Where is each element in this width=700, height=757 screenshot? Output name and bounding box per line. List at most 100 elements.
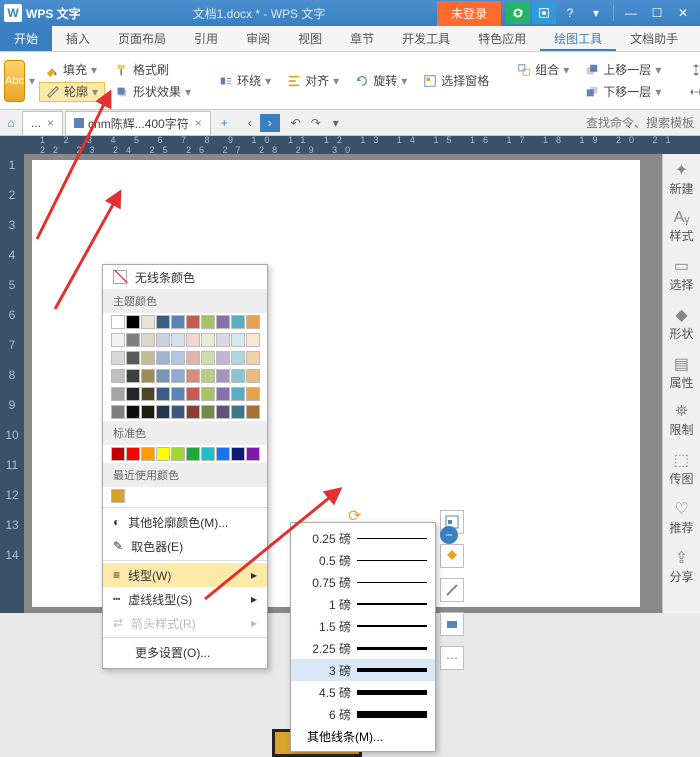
color-swatch[interactable] <box>126 447 140 461</box>
weight-1.5 磅[interactable]: 1.5 磅 <box>291 615 435 637</box>
color-swatch[interactable] <box>141 369 155 383</box>
send-backward-button[interactable]: 下移一层▾ <box>579 82 667 102</box>
color-swatch[interactable] <box>231 315 245 329</box>
fill-button[interactable]: 填充▾ <box>39 60 105 80</box>
color-swatch[interactable] <box>156 387 170 401</box>
color-swatch[interactable] <box>111 489 125 503</box>
sidebar-shape[interactable]: ◆形状 <box>669 305 693 342</box>
help-icon[interactable]: ? <box>558 2 582 24</box>
color-swatch[interactable] <box>171 351 185 365</box>
color-swatch[interactable] <box>111 387 125 401</box>
tab-4[interactable]: 审阅 <box>232 26 284 51</box>
shape-preset[interactable]: Abc <box>4 60 25 102</box>
color-swatch[interactable] <box>231 387 245 401</box>
color-swatch[interactable] <box>171 405 185 419</box>
tab-9[interactable]: 绘图工具 <box>540 26 616 51</box>
tab-5[interactable]: 视图 <box>284 26 336 51</box>
weight-4.5 磅[interactable]: 4.5 磅 <box>291 681 435 703</box>
more-settings-item[interactable]: 更多设置(O)... <box>103 640 267 664</box>
color-swatch[interactable] <box>216 369 230 383</box>
wrap-button[interactable]: 环绕▾ <box>213 71 277 91</box>
color-swatch[interactable] <box>246 405 260 419</box>
nav-next-icon[interactable]: › <box>260 114 280 132</box>
tab-1[interactable]: 插入 <box>52 26 104 51</box>
color-swatch[interactable] <box>186 387 200 401</box>
sidebar-limit[interactable]: ⛯限制 <box>669 403 693 438</box>
color-swatch[interactable] <box>171 387 185 401</box>
tab-10[interactable]: 文档助手 <box>616 26 692 51</box>
color-swatch[interactable] <box>171 369 185 383</box>
close-icon[interactable]: ✕ <box>671 2 695 24</box>
color-swatch[interactable] <box>216 315 230 329</box>
color-swatch[interactable] <box>201 387 215 401</box>
search-box[interactable]: 查找命令、搜索模板 <box>586 114 700 131</box>
color-swatch[interactable] <box>141 333 155 347</box>
color-swatch[interactable] <box>246 333 260 347</box>
nav-menu-icon[interactable]: ▾ <box>326 114 346 132</box>
weight-6 磅[interactable]: 6 磅 <box>291 703 435 725</box>
color-swatch[interactable] <box>201 369 215 383</box>
color-swatch[interactable] <box>216 387 230 401</box>
color-swatch[interactable] <box>141 351 155 365</box>
color-swatch[interactable] <box>186 369 200 383</box>
color-swatch[interactable] <box>126 351 140 365</box>
align-button[interactable]: 对齐▾ <box>281 71 345 91</box>
new-tab-button[interactable]: + <box>213 116 236 130</box>
color-swatch[interactable] <box>156 447 170 461</box>
color-swatch[interactable] <box>231 405 245 419</box>
color-swatch[interactable] <box>111 369 125 383</box>
color-swatch[interactable] <box>186 405 200 419</box>
tab-0[interactable]: 开始 <box>0 26 52 51</box>
color-swatch[interactable] <box>171 333 185 347</box>
color-swatch[interactable] <box>141 315 155 329</box>
color-swatch[interactable] <box>231 351 245 365</box>
color-swatch[interactable] <box>126 405 140 419</box>
shape-effect-button[interactable]: 形状效果▾ <box>109 82 197 102</box>
weight-2.25 磅[interactable]: 2.25 磅 <box>291 637 435 659</box>
color-swatch[interactable] <box>111 447 125 461</box>
delete-float-icon[interactable]: − <box>440 526 458 544</box>
color-swatch[interactable] <box>246 351 260 365</box>
sync-icon[interactable] <box>506 2 530 24</box>
color-swatch[interactable] <box>201 315 215 329</box>
home-tab-icon[interactable]: ⌂ <box>0 116 22 130</box>
rotate-button[interactable]: 旋转▾ <box>349 71 413 91</box>
color-swatch[interactable] <box>156 315 170 329</box>
color-swatch[interactable] <box>111 333 125 347</box>
color-swatch[interactable] <box>171 315 185 329</box>
weight-other[interactable]: 其他线条(M)... <box>291 725 435 747</box>
color-swatch[interactable] <box>216 405 230 419</box>
more-tool-icon[interactable]: ⋯ <box>440 646 464 670</box>
color-swatch[interactable] <box>216 333 230 347</box>
color-swatch[interactable] <box>186 447 200 461</box>
nav-redo-icon[interactable]: ↷ <box>306 114 326 132</box>
sidebar-share[interactable]: ⇪分享 <box>669 548 693 585</box>
color-swatch[interactable] <box>111 351 125 365</box>
theme-icon[interactable] <box>532 2 556 24</box>
group-button[interactable]: 组合▾ <box>511 60 575 80</box>
sidebar-prop[interactable]: ▤属性 <box>669 354 693 391</box>
color-swatch[interactable] <box>201 405 215 419</box>
color-swatch[interactable] <box>231 447 245 461</box>
format-painter-button[interactable]: 格式刷 <box>109 60 197 80</box>
color-swatch[interactable] <box>216 351 230 365</box>
color-swatch[interactable] <box>156 405 170 419</box>
sidebar-new[interactable]: ✦新建 <box>669 160 693 197</box>
color-swatch[interactable] <box>126 333 140 347</box>
outline-tool-icon[interactable] <box>440 578 464 602</box>
color-swatch[interactable] <box>246 387 260 401</box>
tab-6[interactable]: 章节 <box>336 26 388 51</box>
arrow-style-item[interactable]: ⇄箭头样式(R)▸ <box>103 611 267 635</box>
color-swatch[interactable] <box>216 447 230 461</box>
color-swatch[interactable] <box>156 351 170 365</box>
color-swatch[interactable] <box>201 351 215 365</box>
color-swatch[interactable] <box>141 387 155 401</box>
nav-prev-icon[interactable]: ‹ <box>240 114 260 132</box>
sidebar-style[interactable]: Aᵧ样式 <box>669 209 693 244</box>
login-button[interactable]: 未登录 <box>437 1 501 26</box>
color-swatch[interactable] <box>126 369 140 383</box>
sidebar-recommend[interactable]: ♡推荐 <box>669 499 693 536</box>
color-swatch[interactable] <box>201 447 215 461</box>
sidebar-map[interactable]: ⬚传图 <box>669 450 693 487</box>
color-swatch[interactable] <box>186 351 200 365</box>
